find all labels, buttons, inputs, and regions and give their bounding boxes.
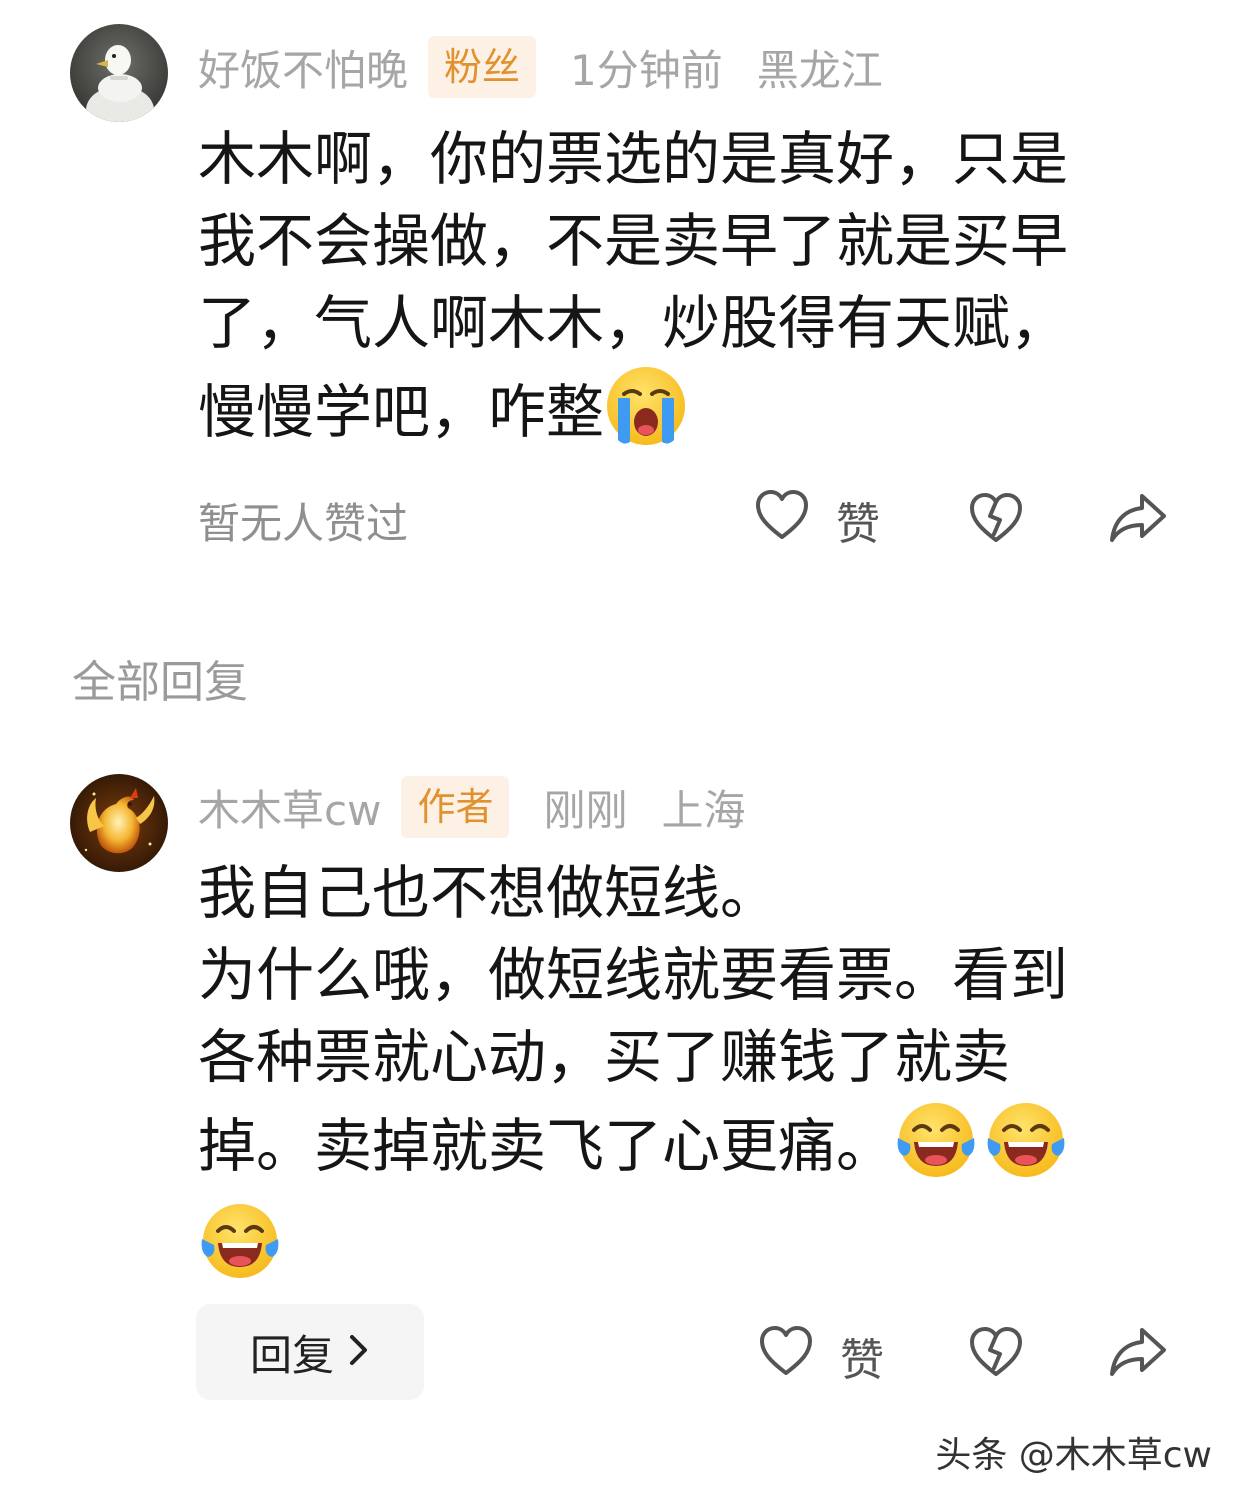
reply-like-button[interactable]: 赞 [758,1324,884,1388]
laughing-tears-emoji [984,1098,1068,1182]
reply-text-line: 为什么哦，做短线就要看票。看到 [198,941,1069,1009]
comment-location: 黑龙江 [756,45,883,95]
avatar-author[interactable] [70,774,168,872]
crying-face-emoji [604,364,688,448]
laughing-tears-emoji [894,1098,978,1182]
reply-emoji-line [198,1199,1188,1304]
fan-badge: 粉丝 [428,36,537,98]
share-icon[interactable] [1108,1324,1168,1382]
comment-time: 1分钟前 [570,45,723,95]
comment-text-line: 我不会操做，不是卖早了就是买早 [198,207,1069,275]
avatar-commenter[interactable] [70,24,168,122]
like-label: 赞 [840,1335,884,1386]
reply-text-line: 掉。卖掉就卖飞了心更痛。 [198,1112,895,1180]
reply-text-line: 我自己也不想做短线。 [198,859,779,927]
chevron-right-icon [334,1328,370,1377]
share-icon[interactable] [1108,490,1168,548]
reply-text-line: 各种票就心动，买了赚钱了就卖 [198,1023,1011,1091]
comment-text-line-last: 慢慢学吧，咋整 [198,364,1188,453]
heart-icon [754,489,836,552]
reply-time: 刚刚 [543,785,628,835]
comment-meta: 好饭不怕晚 粉丝 1分钟前 黑龙江 [198,32,883,102]
comment-like-button[interactable]: 赞 [754,488,880,552]
heart-icon [758,1325,840,1388]
reply-meta: 木木草cw 作者 刚刚 上海 [198,772,746,842]
commenter-username[interactable]: 好饭不怕晚 [198,37,408,98]
author-badge: 作者 [401,776,510,838]
reply-button-label: 回复 [249,1330,334,1380]
no-likes-text: 暂无人赞过 [198,499,409,548]
like-label: 赞 [836,499,880,550]
broken-heart-icon[interactable] [968,492,1024,548]
comment-text: 木木啊，你的票选的是真好，只是 我不会操做，不是卖早了就是买早 了，气人啊木木，… [198,118,1188,453]
watermark: 头条 @木木草cw [935,1435,1212,1476]
reply-button[interactable]: 回复 [196,1304,424,1400]
author-username[interactable]: 木木草cw [198,777,381,838]
reply-text-line-with-emoji: 掉。卖掉就卖飞了心更痛。 [198,1098,1188,1187]
comment-text-line: 木木啊，你的票选的是真好，只是 [198,125,1069,193]
all-replies-title: 全部回复 [72,657,248,708]
comment-text-line: 慢慢学吧，咋整 [198,378,605,446]
reply-location: 上海 [661,785,746,835]
broken-heart-icon[interactable] [968,1326,1024,1382]
laughing-tears-emoji [198,1199,282,1283]
comment-text-line: 了，气人啊木木，炒股得有天赋， [198,289,1069,357]
reply-text: 我自己也不想做短线。 为什么哦，做短线就要看票。看到 各种票就心动，买了赚钱了就… [198,852,1188,1304]
